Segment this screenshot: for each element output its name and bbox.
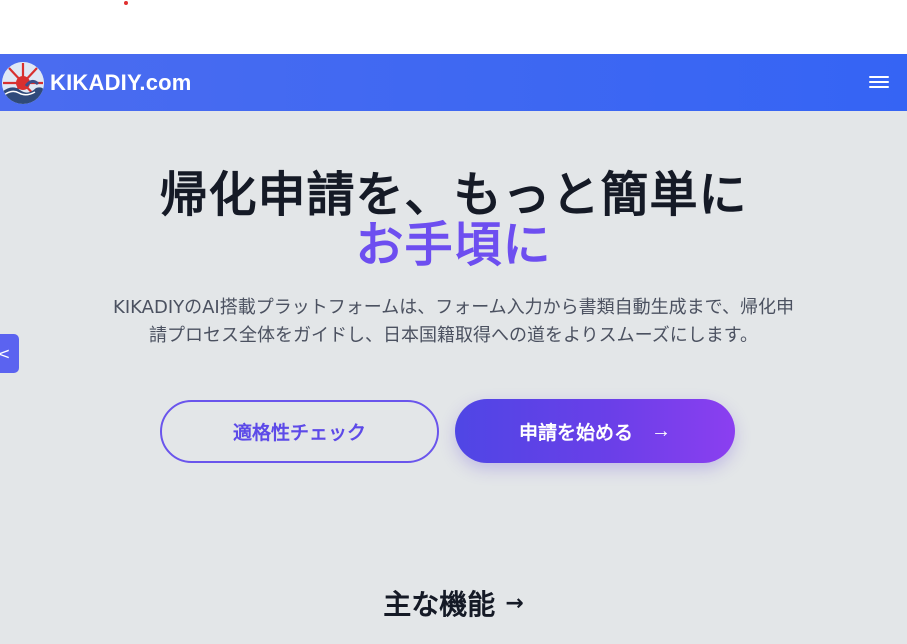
hamburger-menu-icon[interactable] [869, 73, 889, 91]
start-application-button[interactable]: 申請を始める → [455, 399, 735, 463]
hero-subtitle: KIKADIYのAI搭載プラットフォームは、フォーム入力から書類自動生成まで、帰… [60, 294, 847, 350]
eligibility-check-label: 適格性チェック [232, 423, 366, 444]
eligibility-check-button[interactable]: 適格性チェック [160, 400, 439, 463]
chevron-left-icon: < [0, 344, 11, 363]
hero-section: 帰化申請を、もっと簡単に お手頃に KIKADIYのAI搭載プラットフォームは、… [0, 111, 907, 644]
logo-link[interactable]: KIKADIY.com [2, 61, 192, 104]
top-strip [0, 0, 907, 54]
hero-headline: 帰化申請を、もっと簡単に [159, 167, 748, 223]
logo-wave-icon [2, 61, 44, 104]
status-dot [124, 1, 128, 5]
arrow-right-icon: → [651, 419, 671, 442]
side-collapse-tab[interactable]: < [0, 334, 19, 373]
site-name: KIKADIY.com [50, 69, 192, 95]
start-application-label: 申請を始める [518, 422, 633, 444]
hero-subtitle-line2: 請プロセス全体をガイドし、日本国籍取得への道をよりスムーズにします。 [149, 325, 758, 346]
hero-headline-accent: お手頃に [355, 217, 552, 273]
hero-subtitle-line1: KIKADIYのAI搭載プラットフォームは、フォーム入力から書類自動生成まで、帰… [113, 297, 794, 318]
arrow-right-icon: → [505, 590, 524, 616]
navbar: KIKADIY.com [0, 54, 907, 111]
features-title: 主な機能 [383, 588, 496, 621]
features-title-link[interactable]: 主な機能 → [0, 583, 907, 623]
